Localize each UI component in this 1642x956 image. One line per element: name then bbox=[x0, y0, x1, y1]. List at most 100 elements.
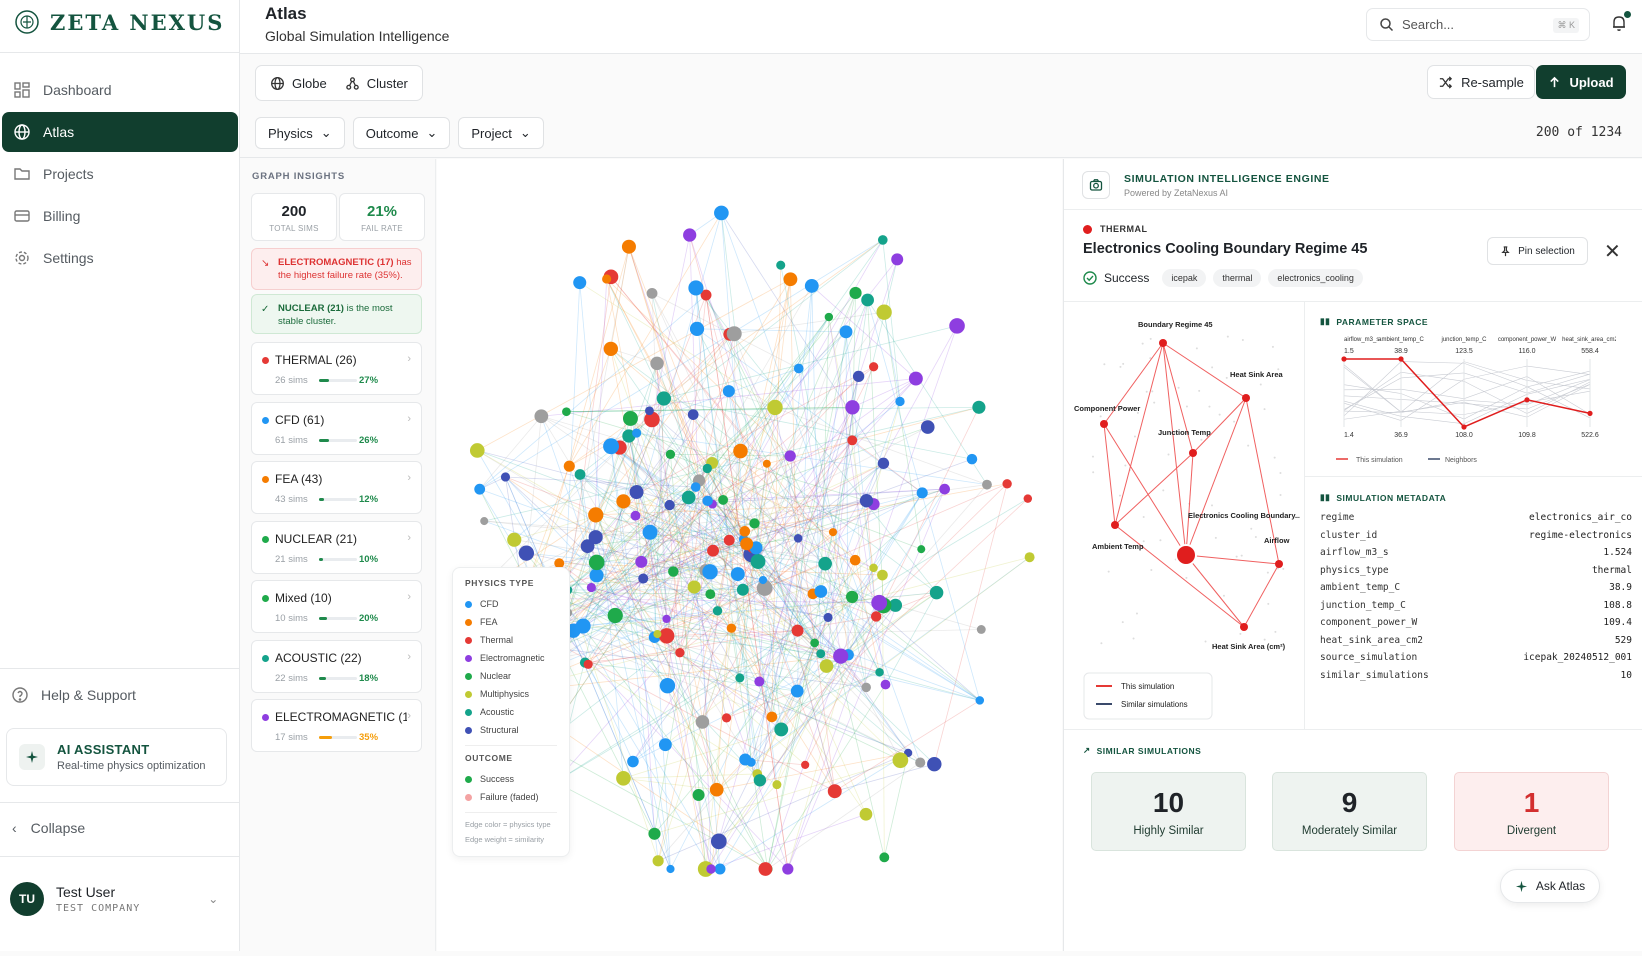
category-card[interactable]: CFD (61)›61 sims26% bbox=[251, 402, 422, 455]
graph-node[interactable] bbox=[982, 480, 992, 490]
graph-node[interactable] bbox=[659, 628, 674, 643]
graph-node[interactable] bbox=[845, 400, 859, 414]
graph-node[interactable] bbox=[759, 576, 767, 584]
nav-item-projects[interactable]: Projects bbox=[2, 154, 238, 194]
graph-node[interactable] bbox=[735, 673, 744, 682]
graph-node[interactable] bbox=[895, 397, 904, 406]
graph-node[interactable] bbox=[668, 566, 678, 576]
graph-node[interactable] bbox=[749, 518, 759, 528]
graph-node[interactable] bbox=[604, 342, 618, 356]
graph-node[interactable] bbox=[939, 484, 950, 495]
graph-node[interactable] bbox=[622, 240, 636, 254]
similarity-node[interactable] bbox=[1159, 339, 1167, 347]
graph-node[interactable] bbox=[869, 564, 878, 573]
graph-node[interactable] bbox=[480, 517, 488, 525]
graph-node[interactable] bbox=[878, 458, 889, 469]
graph-node[interactable] bbox=[754, 774, 766, 786]
graph-node[interactable] bbox=[740, 537, 753, 550]
graph-node[interactable] bbox=[696, 715, 710, 729]
graph-node[interactable] bbox=[723, 385, 735, 397]
graph-node[interactable] bbox=[810, 639, 819, 648]
legend-item[interactable]: Success bbox=[465, 770, 557, 788]
graph-node[interactable] bbox=[722, 713, 731, 722]
graph-node[interactable] bbox=[784, 272, 798, 286]
category-card[interactable]: ACOUSTIC (22)›22 sims18% bbox=[251, 640, 422, 693]
graph-node[interactable] bbox=[877, 570, 888, 581]
legend-item[interactable]: Failure (faded) bbox=[465, 788, 557, 806]
graph-node[interactable] bbox=[584, 660, 593, 669]
graph-node[interactable] bbox=[737, 584, 749, 596]
graph-node[interactable] bbox=[1025, 552, 1035, 562]
graph-node[interactable] bbox=[733, 444, 748, 459]
graph-node[interactable] bbox=[740, 526, 751, 537]
graph-node[interactable] bbox=[828, 784, 842, 798]
graph-node[interactable] bbox=[849, 287, 861, 299]
graph-node[interactable] bbox=[666, 865, 674, 873]
graph-node[interactable] bbox=[616, 771, 631, 786]
similarity-node[interactable] bbox=[1189, 449, 1197, 457]
filter-physics[interactable]: Physics⌄ bbox=[255, 117, 345, 149]
graph-node[interactable] bbox=[727, 326, 742, 341]
graph-node[interactable] bbox=[860, 808, 873, 821]
graph-node[interactable] bbox=[909, 372, 923, 386]
graph-node[interactable] bbox=[691, 482, 701, 492]
graph-node[interactable] bbox=[706, 864, 715, 873]
graph-node[interactable] bbox=[638, 574, 648, 584]
graph-node[interactable] bbox=[763, 460, 771, 468]
graph-node[interactable] bbox=[645, 406, 654, 415]
graph-node[interactable] bbox=[714, 206, 729, 221]
graph-node[interactable] bbox=[630, 485, 644, 499]
graph-node[interactable] bbox=[731, 567, 745, 581]
graph-node[interactable] bbox=[727, 623, 736, 632]
graph-node[interactable] bbox=[616, 494, 630, 508]
graph-node[interactable] bbox=[474, 484, 485, 495]
graph-node[interactable] bbox=[794, 534, 803, 543]
graph-node[interactable] bbox=[820, 659, 834, 673]
graph-node[interactable] bbox=[915, 758, 925, 768]
graph-node[interactable] bbox=[662, 615, 670, 623]
pin-selection-button[interactable]: Pin selection bbox=[1487, 237, 1588, 265]
graph-node[interactable] bbox=[949, 318, 965, 334]
graph-node[interactable] bbox=[588, 507, 603, 522]
graph-node[interactable] bbox=[846, 591, 858, 603]
graph-node[interactable] bbox=[1024, 494, 1032, 502]
similarity-node[interactable] bbox=[1176, 545, 1196, 565]
legend-item[interactable]: Nuclear bbox=[465, 667, 557, 685]
graph-node[interactable] bbox=[589, 555, 605, 571]
nav-item-dashboard[interactable]: Dashboard bbox=[2, 70, 238, 110]
nav-item-billing[interactable]: Billing bbox=[2, 196, 238, 236]
graph-node[interactable] bbox=[876, 305, 891, 320]
graph-node[interactable] bbox=[702, 496, 712, 506]
graph-node[interactable] bbox=[657, 391, 671, 405]
graph-node[interactable] bbox=[750, 554, 765, 569]
graph-node[interactable] bbox=[891, 253, 903, 265]
graph-node[interactable] bbox=[653, 855, 664, 866]
similar-card-high[interactable]: 10 Highly Similar bbox=[1091, 772, 1246, 851]
brand[interactable]: ZETA NEXUS bbox=[14, 6, 224, 38]
graph-node[interactable] bbox=[850, 555, 861, 566]
nav-item-atlas[interactable]: Atlas bbox=[2, 112, 238, 152]
graph-node[interactable] bbox=[869, 362, 878, 371]
graph-node[interactable] bbox=[853, 371, 864, 382]
legend-item[interactable]: Structural bbox=[465, 721, 557, 739]
graph-node[interactable] bbox=[573, 276, 586, 289]
graph-node[interactable] bbox=[878, 235, 888, 245]
graph-node[interactable] bbox=[715, 864, 726, 875]
graph-node[interactable] bbox=[794, 364, 804, 374]
graph-node[interactable] bbox=[825, 313, 833, 321]
legend-item[interactable]: Multiphysics bbox=[465, 685, 557, 703]
similarity-node[interactable] bbox=[1275, 560, 1283, 568]
category-card[interactable]: ELECTROMAGNETIC (17)›17 sims35% bbox=[251, 699, 422, 752]
graph-node[interactable] bbox=[718, 495, 728, 505]
graph-node[interactable] bbox=[519, 545, 534, 560]
legend-item[interactable]: Electromagnetic bbox=[465, 649, 557, 667]
filter-project[interactable]: Project⌄ bbox=[458, 117, 543, 149]
similar-card-moderate[interactable]: 9 Moderately Similar bbox=[1272, 772, 1427, 851]
graph-node[interactable] bbox=[927, 757, 941, 771]
graph-node[interactable] bbox=[631, 511, 641, 521]
graph-node[interactable] bbox=[602, 274, 611, 283]
resample-button[interactable]: Re-sample bbox=[1427, 65, 1535, 99]
graph-node[interactable] bbox=[702, 564, 717, 579]
legend-item[interactable]: Acoustic bbox=[465, 703, 557, 721]
graph-node[interactable] bbox=[664, 500, 674, 510]
